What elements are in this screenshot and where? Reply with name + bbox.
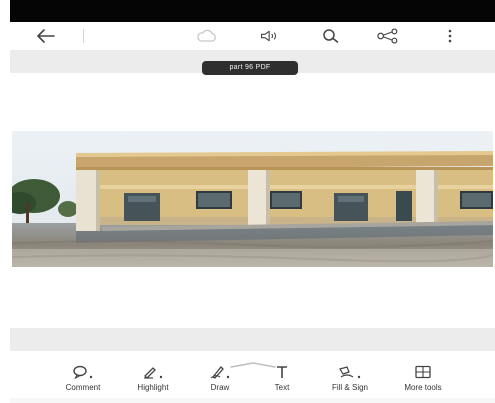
- text-tool[interactable]: Text: [247, 364, 317, 396]
- status-bar: [10, 0, 495, 22]
- file-name-badge: part 96 PDF: [202, 61, 298, 75]
- comment-label: Comment: [65, 383, 101, 392]
- share-icon[interactable]: [377, 26, 399, 46]
- toolbar-divider: [83, 29, 84, 43]
- fill-sign-label: Fill & Sign: [331, 383, 368, 392]
- more-vertical-icon[interactable]: [439, 26, 461, 46]
- text-icon: [247, 364, 317, 380]
- bottom-sheet-handle[interactable]: [229, 355, 277, 368]
- more-tools-label: More tools: [404, 383, 442, 392]
- page-gap-bottom: [10, 328, 495, 351]
- highlight-tool[interactable]: Highlight: [118, 364, 188, 396]
- text-label: Text: [274, 383, 290, 392]
- top-toolbar: [10, 22, 495, 50]
- draw-tool[interactable]: Draw: [185, 364, 255, 396]
- bottom-toolbar: Comment Highlight Draw Text Fill & Sign …: [10, 362, 495, 398]
- highlight-label: Highlight: [137, 383, 169, 392]
- home-indicator-area: [10, 398, 495, 403]
- fill-sign-tool[interactable]: Fill & Sign: [315, 364, 385, 396]
- fill-sign-icon: [315, 364, 385, 380]
- search-icon[interactable]: [320, 26, 342, 46]
- comment-tool[interactable]: Comment: [48, 364, 118, 396]
- more-tools-tool[interactable]: More tools: [388, 364, 458, 396]
- building-photo: [12, 131, 493, 267]
- comment-icon: [48, 364, 118, 380]
- back-arrow-icon[interactable]: [35, 26, 57, 46]
- highlight-icon: [118, 364, 188, 380]
- draw-label: Draw: [210, 383, 230, 392]
- more-tools-icon: [388, 364, 458, 380]
- draw-icon: [185, 364, 255, 380]
- cloud-icon[interactable]: [196, 26, 218, 46]
- read-aloud-icon[interactable]: [259, 26, 281, 46]
